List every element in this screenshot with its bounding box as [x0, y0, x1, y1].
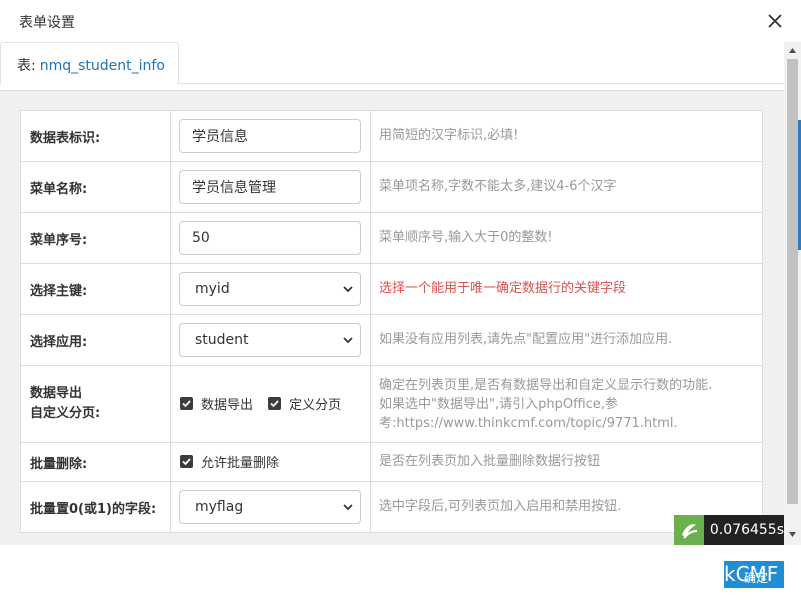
row-hint: 选择一个能用于唯一确定数据行的关键字段: [370, 263, 763, 315]
dialog-title-bar: 表单设置: [0, 0, 801, 42]
dialog-title: 表单设置: [19, 15, 75, 31]
debug-timer-badge[interactable]: 0.076455s: [674, 515, 784, 545]
row-hint: 是否在列表页加入批量删除数据行按钮: [370, 442, 763, 482]
batch-delete-checkbox[interactable]: 允许批量删除: [180, 452, 279, 471]
table-row: 选择主键: myid 选择一个能用于唯一确定数据行的关键字段: [20, 263, 763, 315]
checkbox-label: 定义分页: [289, 398, 342, 413]
row-hint-line3: 考:https://www.thinkcmf.com/topic/9771.ht…: [379, 415, 678, 431]
table-identifier-input[interactable]: [179, 119, 361, 153]
row-hint: 菜单项名称,字数不能太多,建议4-6个汉字: [370, 161, 763, 213]
table-row: 菜单名称: 菜单项名称,字数不能太多,建议4-6个汉字: [20, 161, 763, 213]
select-value: myid: [195, 281, 230, 297]
row-hint: 用简短的汉字标识,必填!: [370, 110, 763, 162]
checkbox-label: 允许批量删除: [201, 456, 280, 471]
form-settings-dialog: 表单设置 表:nmq_student_info 数据表标识: 用简短的汉字标识,…: [0, 0, 801, 545]
check-icon: [182, 458, 191, 466]
vertical-scrollbar[interactable]: [784, 42, 801, 545]
row-label: 批量置0(或1)的字段:: [20, 481, 171, 533]
table-row: 数据表标识: 用简短的汉字标识,必填!: [20, 110, 763, 162]
cmf-badge[interactable]: kCMF 确定: [724, 561, 784, 588]
checkbox-checked[interactable]: [180, 455, 193, 468]
form-panel: 数据表标识: 用简短的汉字标识,必填! 菜单名称: 菜单项名称,字数不能太多,建…: [0, 90, 784, 545]
scroll-up-arrow-icon[interactable]: [788, 46, 797, 55]
row-label: 菜单名称:: [20, 161, 171, 213]
chevron-down-icon: [342, 501, 354, 513]
application-select[interactable]: student: [179, 323, 361, 357]
table-row: 数据导出 自定义分页: 数据导出 定义分页 确定在列表页里,是否有数据导出和自定…: [20, 365, 763, 443]
checkbox-label: 数据导出: [201, 398, 254, 413]
row-hint-line1: 确定在列表页里,是否有数据导出和自定义显示行数的功能.: [379, 377, 713, 393]
tab-table-info[interactable]: 表: nmq_student_info: [0, 42, 179, 85]
row-label-line2: 自定义分页:: [30, 406, 101, 421]
menu-order-input[interactable]: [179, 221, 361, 255]
row-label: 选择主键:: [20, 263, 171, 315]
chevron-down-icon: [342, 334, 354, 346]
row-hint: 菜单顺序号,输入大于0的整数!: [370, 212, 763, 264]
table-row: 菜单序号: 菜单顺序号,输入大于0的整数!: [20, 212, 763, 264]
primary-key-select[interactable]: myid: [179, 272, 361, 306]
data-export-checkbox[interactable]: 数据导出: [180, 394, 253, 413]
check-icon: [182, 400, 191, 408]
table-row: 批量删除: 允许批量删除 是否在列表页加入批量删除数据行按钮: [20, 442, 763, 482]
scroll-down-arrow-icon[interactable]: [788, 530, 797, 539]
checkbox-checked[interactable]: [268, 397, 282, 410]
row-label-line1: 数据导出: [30, 386, 83, 401]
tab-bar: 表: nmq_student_info: [0, 42, 784, 85]
row-label: 数据表标识:: [20, 110, 171, 162]
tab-prefix: 表:: [17, 58, 36, 74]
flag-field-select[interactable]: myflag: [179, 490, 361, 524]
table-row: 选择应用: student 如果没有应用列表,请先点"配置应用"进行添加应用.: [20, 314, 763, 366]
select-value: myflag: [195, 499, 244, 515]
row-label: 选择应用:: [20, 314, 171, 366]
row-hint-line2: 如果选中"数据导出",请引入phpOffice,参: [379, 396, 618, 412]
dialog-content: 表:nmq_student_info 数据表标识: 用简短的汉字标识,必填! 菜…: [0, 42, 784, 545]
select-value: student: [195, 332, 249, 348]
cmf-badge-overlay: 确定: [744, 571, 769, 585]
checkbox-checked[interactable]: [180, 397, 193, 410]
custom-paging-checkbox[interactable]: 定义分页: [268, 394, 341, 413]
timer-value: 0.076455s: [709, 522, 784, 538]
row-label: 批量删除:: [20, 442, 171, 482]
tab-table-name: nmq_student_info: [39, 58, 165, 74]
row-label: 菜单序号:: [20, 212, 171, 264]
check-icon: [270, 400, 279, 408]
close-button[interactable]: [766, 12, 784, 30]
scrollbar-thumb[interactable]: [787, 59, 798, 504]
table-row: 批量置0(或1)的字段: myflag 选中字段后,可列表页加入启用和禁用按钮.: [20, 481, 763, 533]
settings-form-table: 数据表标识: 用简短的汉字标识,必填! 菜单名称: 菜单项名称,字数不能太多,建…: [20, 110, 763, 533]
row-hint: 如果没有应用列表,请先点"配置应用"进行添加应用.: [370, 314, 763, 366]
thinkphp-logo-icon: [674, 515, 704, 545]
close-icon: [768, 14, 782, 28]
chevron-down-icon: [342, 283, 354, 295]
menu-name-input[interactable]: [179, 170, 361, 204]
